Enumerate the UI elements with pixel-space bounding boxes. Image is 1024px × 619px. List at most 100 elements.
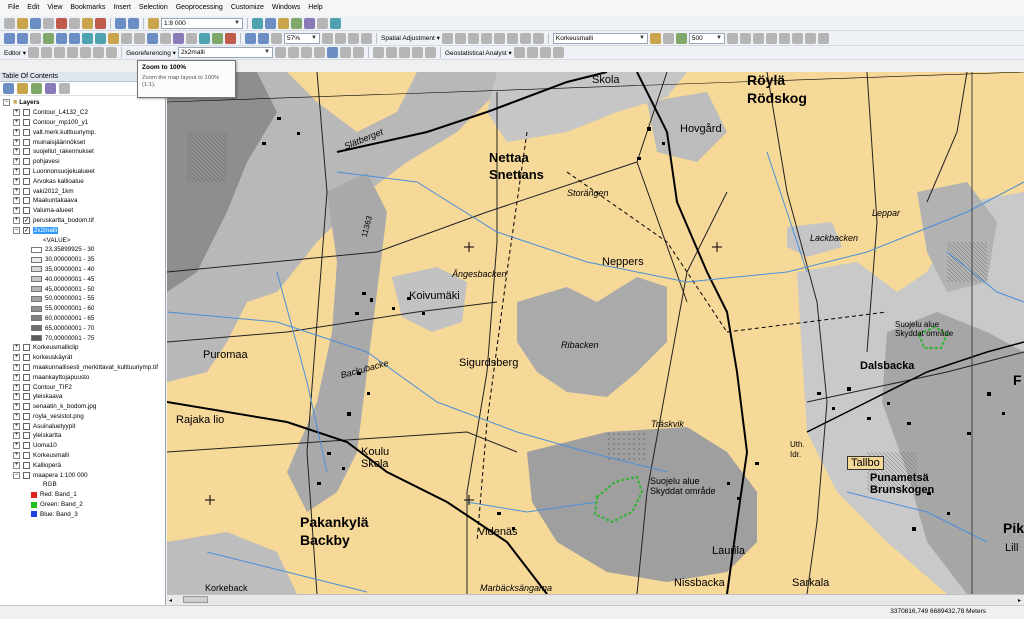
toc-layer[interactable]: + Asuinaluetyypit <box>0 421 165 431</box>
toc-layer[interactable]: + Valuma-alueet <box>0 206 165 216</box>
clear-limited-area-icon[interactable] <box>519 32 531 44</box>
layer-checkbox[interactable] <box>23 373 30 381</box>
layer-checkbox[interactable] <box>23 363 30 371</box>
toc-layer[interactable]: + Contour_TIF2 <box>0 382 165 392</box>
html-popup-icon[interactable] <box>173 32 184 44</box>
expand-icon[interactable]: + <box>13 403 20 411</box>
add-control-points-icon[interactable] <box>313 47 325 58</box>
toc-options-icon[interactable] <box>59 83 70 94</box>
view-link-table-icon[interactable] <box>532 32 544 44</box>
find-icon[interactable] <box>199 32 210 44</box>
new-identity-link-icon[interactable] <box>493 32 505 44</box>
expand-icon[interactable]: + <box>13 344 20 352</box>
collapse-icon[interactable]: − <box>13 226 20 234</box>
expand-icon[interactable]: + <box>13 138 20 146</box>
scroll-left-icon[interactable]: ◂ <box>169 597 172 604</box>
expand-icon[interactable]: − <box>13 471 20 479</box>
toc-layer[interactable]: + Luonnonsuojelualueet <box>0 167 165 177</box>
forward-extent-icon[interactable] <box>95 32 106 44</box>
toc-layer[interactable]: + Korkeusmalli <box>0 451 165 461</box>
layer-combo[interactable]: Korkeusmalli ▼ <box>552 32 648 44</box>
expand-icon[interactable]: + <box>13 177 20 185</box>
layer-checkbox[interactable] <box>23 471 30 479</box>
expand-icon[interactable]: + <box>13 412 20 420</box>
toc-layer[interactable]: + pohjavesi <box>0 157 165 167</box>
map-scrollbar[interactable]: ◂ ▸ <box>167 594 1024 605</box>
layer-checkbox[interactable]: ✓ <box>23 216 30 224</box>
add-data-icon[interactable] <box>148 17 159 29</box>
menu-view[interactable]: View <box>43 0 66 16</box>
layer-checkbox[interactable] <box>23 138 30 146</box>
layer-checkbox[interactable] <box>23 207 30 215</box>
modelbuilder-icon[interactable] <box>330 17 341 29</box>
expand-icon[interactable]: + <box>13 422 20 430</box>
layer-checkbox[interactable] <box>23 452 30 460</box>
full-extent-icon[interactable] <box>43 32 54 44</box>
draw-tool-4-icon[interactable] <box>411 47 423 58</box>
georef-layer-combo[interactable]: 2x2malli ▼ <box>177 47 273 58</box>
expand-icon[interactable]: + <box>13 432 20 440</box>
paste-icon[interactable] <box>82 17 93 29</box>
geostat-tool-1-icon[interactable] <box>513 47 525 58</box>
draw-tool-5-icon[interactable] <box>424 47 436 58</box>
layer-checkbox[interactable] <box>23 393 30 401</box>
new-document-icon[interactable] <box>4 17 15 29</box>
sketch-properties-icon[interactable] <box>93 47 105 58</box>
toc-layer[interactable]: + Contour_L4132_C2 <box>0 108 165 118</box>
layer-checkbox[interactable] <box>23 187 30 195</box>
shift-georef-icon[interactable] <box>287 47 299 58</box>
toc-layer[interactable]: + yleiskaava <box>0 392 165 402</box>
draw-tool-2-icon[interactable] <box>385 47 397 58</box>
layer-checkbox[interactable] <box>23 118 30 126</box>
modify-link-icon[interactable] <box>467 32 479 44</box>
toc-layer[interactable]: + vaki2012_1km <box>0 186 165 196</box>
menu-help[interactable]: Help <box>304 0 326 16</box>
geostat-tool-3-icon[interactable] <box>539 47 551 58</box>
profile-graph-icon[interactable] <box>752 32 764 44</box>
toc-layer[interactable]: + suojellut_rakennukset <box>0 147 165 157</box>
toc-layer[interactable]: + ✓ peruskartta_bodom.tif <box>0 216 165 226</box>
layer-checkbox[interactable] <box>23 442 30 450</box>
geostat-tool-2-icon[interactable] <box>526 47 538 58</box>
layout-zoom-combo[interactable]: 57% ▼ <box>284 32 320 44</box>
change-layout-icon[interactable] <box>348 32 359 44</box>
menu-windows[interactable]: Windows <box>268 0 304 16</box>
expand-icon[interactable]: + <box>13 216 20 224</box>
clear-selection-icon[interactable] <box>121 32 132 44</box>
hyperlink-icon[interactable] <box>160 32 171 44</box>
undo-icon[interactable] <box>115 17 126 29</box>
layout-zoom-out-icon[interactable] <box>271 32 282 44</box>
print-icon[interactable] <box>43 17 54 29</box>
scale-combo[interactable]: 1:8 000 ▼ <box>161 17 243 29</box>
data-driven-pages-icon[interactable] <box>361 32 372 44</box>
toc-layer[interactable]: + senaatin_k_bodom.jpg <box>0 402 165 412</box>
menu-file[interactable]: File <box>4 0 23 16</box>
fixed-zoom-out-icon[interactable] <box>69 32 80 44</box>
georeferencing-menu[interactable]: Georeferencing ▾ <box>126 49 176 57</box>
contrast-icon[interactable] <box>662 32 674 44</box>
new-displacement-link-icon[interactable] <box>454 32 466 44</box>
layer-checkbox[interactable] <box>23 167 30 175</box>
layer-checkbox[interactable] <box>23 109 30 117</box>
expand-icon[interactable]: + <box>13 158 20 166</box>
layer-checkbox[interactable] <box>23 197 30 205</box>
toc-layer[interactable]: + yleiskartta <box>0 431 165 441</box>
point-profile-icon[interactable] <box>804 32 816 44</box>
catalog-window-icon[interactable] <box>278 17 289 29</box>
layer-checkbox[interactable] <box>23 403 30 411</box>
toc-layer[interactable]: + maakunnallisesti_merkittavat_kulttuuriy… <box>0 363 165 373</box>
layer-checkbox[interactable] <box>23 148 30 156</box>
new-limited-area-icon[interactable] <box>506 32 518 44</box>
expand-icon[interactable]: + <box>13 109 20 117</box>
select-elements-2-icon[interactable] <box>441 32 453 44</box>
menu-customize[interactable]: Customize <box>227 0 268 16</box>
list-by-selection-icon[interactable] <box>45 83 56 94</box>
expand-icon[interactable]: + <box>13 393 20 401</box>
layer-checkbox[interactable] <box>23 354 30 362</box>
layer-checkbox[interactable] <box>23 177 30 185</box>
create-features-icon[interactable] <box>106 47 118 58</box>
toc-layer[interactable]: + maankayttojapuusto <box>0 372 165 382</box>
layer-checkbox[interactable] <box>23 422 30 430</box>
back-extent-icon[interactable] <box>82 32 93 44</box>
expand-icon[interactable]: + <box>13 363 20 371</box>
